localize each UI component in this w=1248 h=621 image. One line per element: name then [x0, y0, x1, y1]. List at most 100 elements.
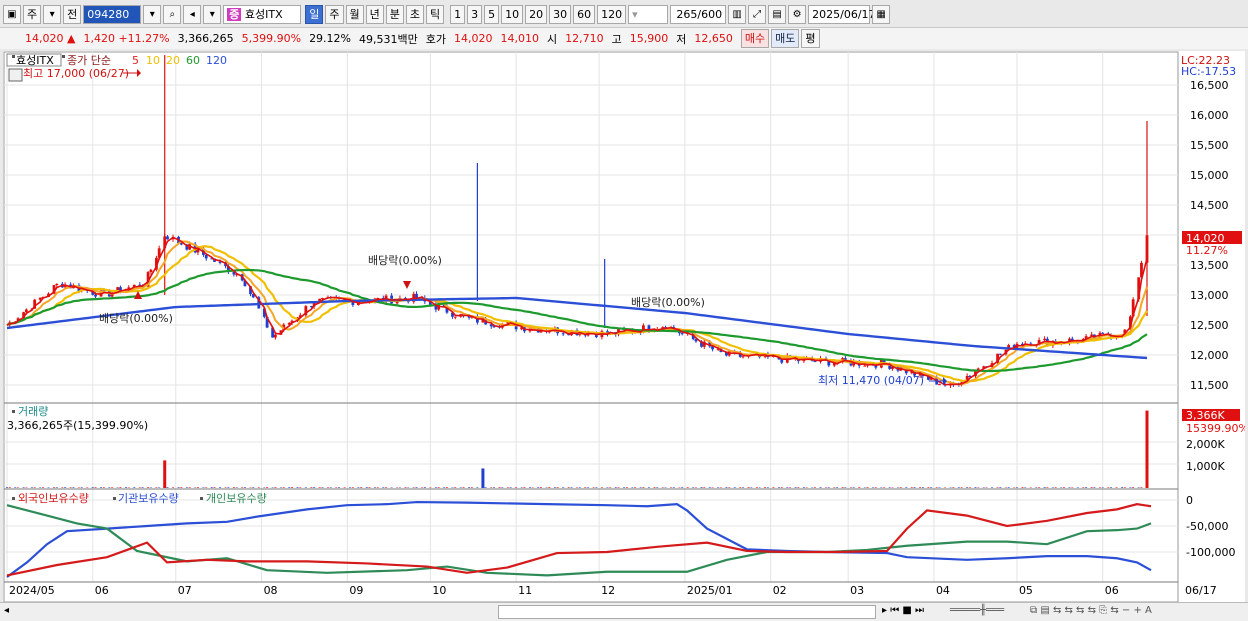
x-label-0: 2024/05: [9, 584, 55, 597]
calendar-small-icon[interactable]: [8, 68, 23, 82]
chevron-down-icon[interactable]: ▾: [203, 5, 222, 24]
holdings-legend-institution: 기관보유수량: [118, 492, 179, 505]
holdings-tick-50000: -50,000: [1186, 520, 1228, 533]
volume-bar: [797, 487, 800, 488]
prev-button[interactable]: 전: [63, 5, 82, 24]
minute-button-2[interactable]: 5: [484, 5, 500, 24]
volume-bar: [111, 487, 114, 488]
period-button-1[interactable]: 주: [325, 5, 344, 24]
volume-bar: [22, 487, 25, 488]
scroll-track[interactable]: [498, 605, 876, 619]
play-icon[interactable]: ▸ ⏮ ■ ⏭: [882, 605, 924, 616]
x-label-1: 06: [95, 584, 109, 597]
volume-bar: [133, 487, 136, 488]
volume-bar: [686, 487, 689, 488]
ma60-label: 60: [186, 54, 200, 67]
volume-bar: [288, 487, 291, 488]
chevron-down-icon[interactable]: ▾: [43, 5, 62, 24]
volume-bar: [188, 487, 191, 488]
volume-bar: [899, 487, 902, 488]
volume-bar: [1129, 487, 1132, 488]
minute-button-1[interactable]: 3: [467, 5, 483, 24]
volume-bar: [681, 487, 684, 488]
candle: [998, 353, 1002, 355]
save-icon[interactable]: ▤: [768, 5, 787, 24]
minute-button-3[interactable]: 10: [501, 5, 524, 24]
volume-bar: [213, 487, 216, 488]
candle: [273, 334, 277, 338]
period-button-5[interactable]: 초: [405, 5, 424, 24]
holdings-tick-0: 0: [1186, 494, 1193, 507]
name-field[interactable]: 증 효성ITX: [223, 5, 302, 24]
date-field[interactable]: 2025/06/17: [808, 5, 876, 24]
low-value: 12,650: [694, 32, 733, 45]
ma-legend-title: 종가 단순: [67, 54, 111, 67]
volume-bar: [528, 487, 531, 488]
period-buttons: 일주월년분초틱: [305, 5, 445, 24]
minute-button-0[interactable]: 1: [450, 5, 466, 24]
volume-bar: [996, 487, 999, 488]
minute-button-4[interactable]: 20: [525, 5, 548, 24]
open-label: 시: [547, 32, 558, 46]
candle: [863, 365, 867, 367]
scroll-bar[interactable]: ◂ ▸ ⏮ ■ ⏭ ═════╫═══ ⧉ ▤ ⇆ ⇆ ⇆ ⇆ ⎘ ⇆ − + …: [0, 602, 1248, 621]
volume-bar: [476, 487, 479, 488]
low-label: 저: [676, 32, 687, 46]
volume-bar: [404, 487, 407, 488]
dividend-note-2: 배당락(0.00%): [631, 296, 705, 309]
period-button-4[interactable]: 분: [385, 5, 404, 24]
volume-bar: [1038, 487, 1041, 488]
chart-svg[interactable]: 효성ITX 종가 단순 5 10 20 60 120 LC:22.23 HC:-…: [3, 51, 1248, 603]
volume-bar: [185, 487, 188, 488]
volume-bar: [966, 487, 969, 488]
volume-bar: [368, 487, 371, 488]
period-button-2[interactable]: 월: [345, 5, 364, 24]
price-tick-4: 14,500: [1190, 199, 1229, 212]
gear-icon[interactable]: ⚙: [788, 5, 807, 24]
volume-bar: [913, 487, 916, 488]
volume-bar: [1021, 487, 1024, 488]
volume-bar: [490, 487, 493, 488]
legend-dot-0: [12, 497, 15, 500]
volume-bar: [692, 487, 695, 488]
speaker-icon[interactable]: ◂: [183, 5, 202, 24]
calendar-icon[interactable]: ▦: [872, 5, 891, 24]
minute-button-6[interactable]: 60: [573, 5, 596, 24]
count-field[interactable]: 265/600: [670, 5, 727, 24]
volume-bar: [454, 487, 457, 488]
draw-tool-icon[interactable]: ⤢: [748, 5, 767, 24]
zoom-slider[interactable]: ═════╫═══: [950, 605, 1004, 616]
period-button-6[interactable]: 틱: [426, 5, 445, 24]
code-input[interactable]: 094280: [83, 5, 142, 24]
period-tab[interactable]: 주: [23, 5, 42, 24]
price-tick-0: 16,500: [1190, 79, 1229, 92]
volume-bar: [540, 487, 543, 488]
search-icon[interactable]: ⌕: [163, 5, 182, 24]
minute-button-7[interactable]: 120: [597, 5, 627, 24]
volume-bar: [509, 487, 512, 488]
scroll-left-icon[interactable]: ◂: [4, 605, 9, 616]
volume-bar: [172, 487, 175, 488]
custom-minute-field[interactable]: ▾: [628, 5, 669, 24]
sell-button[interactable]: 매도: [771, 29, 800, 48]
volume-bar: [919, 487, 922, 488]
volume-bar: [1015, 487, 1018, 488]
candle: [94, 294, 97, 297]
chart-area[interactable]: 효성ITX 종가 단순 5 10 20 60 120 LC:22.23 HC:-…: [3, 51, 1248, 603]
layout-icon[interactable]: ▣: [3, 5, 21, 24]
period-button-0[interactable]: 일: [305, 5, 324, 24]
volume-bar: [905, 487, 908, 488]
candle-icon[interactable]: ▥: [728, 5, 747, 24]
volume-bar: [957, 487, 960, 488]
volume-bar: [733, 487, 736, 488]
eval-button[interactable]: 평: [801, 29, 820, 48]
price-tick-8: 12,500: [1190, 319, 1229, 332]
tool-icons[interactable]: ⧉ ▤ ⇆ ⇆ ⇆ ⇆ ⎘ ⇆ − + A: [1030, 605, 1152, 616]
buy-button[interactable]: 매수: [740, 29, 770, 48]
dropdown-icon[interactable]: ▾: [143, 5, 162, 24]
x-label-11: 04: [936, 584, 950, 597]
period-button-3[interactable]: 년: [365, 5, 384, 24]
volume-bar: [41, 487, 44, 488]
volume-bar: [617, 487, 620, 488]
minute-button-5[interactable]: 30: [549, 5, 572, 24]
